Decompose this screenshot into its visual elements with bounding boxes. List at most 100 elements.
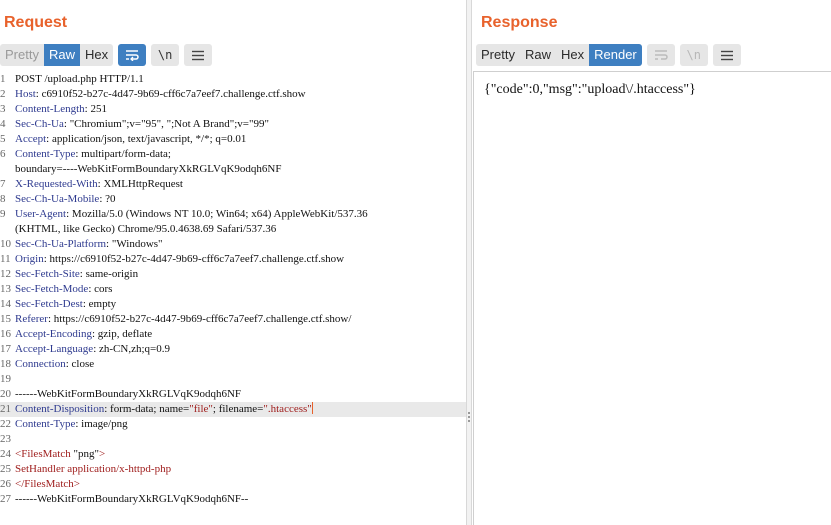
hamburger-menu-icon: [192, 50, 205, 60]
tab-hex[interactable]: Hex: [80, 44, 113, 66]
header-value: same-origin: [85, 268, 139, 280]
code-text: Connection: close: [15, 357, 94, 372]
request-editor[interactable]: 1 POST /upload.php HTTP/1.1 2 Host: c6910f5…: [0, 72, 466, 525]
code-line: 26 </FilesMatch>: [0, 477, 466, 492]
tab-hex[interactable]: Hex: [556, 44, 589, 66]
response-title: Response: [481, 14, 558, 31]
header-value: empty: [88, 298, 117, 310]
header-value: zh-CN,zh;q=0.9: [99, 343, 170, 355]
code-line: 6 Content-Type: multipart/form-data;: [0, 147, 466, 162]
code-line: 3 Content-Length: 251: [0, 102, 466, 117]
header-value: cors: [94, 283, 113, 295]
code-line: 2 Host: c6910f52-b27c-4d47-9b69-cff6c7a7e…: [0, 87, 466, 102]
code-line: 24 <FilesMatch "png">: [0, 447, 466, 462]
header-name: Content-Length: [15, 103, 85, 115]
line-number: 15: [0, 313, 11, 325]
tab-pretty[interactable]: Pretty: [476, 44, 520, 66]
line-number: 2: [0, 88, 6, 100]
header-name: Accept: [15, 133, 47, 145]
show-newlines-button[interactable]: \n: [679, 44, 708, 66]
code-line: 4 Sec-Ch-Ua: "Chromium";v="95", ";Not A B…: [0, 117, 466, 132]
line-number: 20: [0, 388, 11, 400]
header-name: Content-Type: [15, 418, 76, 430]
code-text: <FilesMatch "png">: [15, 447, 105, 462]
header-name: Accept-Encoding: [15, 328, 92, 340]
line-number: 1: [0, 73, 6, 85]
header-name: Host: [15, 88, 36, 100]
tab-pretty[interactable]: Pretty: [0, 44, 44, 66]
code-text: Accept-Encoding: gzip, deflate: [15, 327, 152, 342]
line-number: 13: [0, 283, 11, 295]
line-number: 5: [0, 133, 6, 145]
header-value: multipart/form-data;: [81, 148, 171, 160]
code-line: 16 Accept-Encoding: gzip, deflate: [0, 327, 466, 342]
line-number: 14: [0, 298, 11, 310]
code-line: 19: [0, 372, 466, 387]
tab-raw[interactable]: Raw: [43, 44, 80, 66]
code-line: 5 Accept: application/json, text/javascri…: [0, 132, 466, 147]
line-number: 24: [0, 448, 11, 460]
response-menu-button[interactable]: [712, 44, 741, 66]
code-text: Content-Length: 251: [15, 102, 107, 117]
wrap-lines-icon: [126, 50, 139, 61]
body-text-part: </FilesMatch>: [15, 478, 80, 490]
line-number: 12: [0, 268, 11, 280]
response-toolbar: Pretty Raw Hex Render \n: [476, 44, 741, 66]
code-line: 14 Sec-Fetch-Dest: empty: [0, 297, 466, 312]
code-text: Accept: application/json, text/javascrip…: [15, 132, 246, 147]
code-text: (KHTML, like Gecko) Chrome/95.0.4638.69 …: [15, 222, 276, 237]
code-line: (KHTML, like Gecko) Chrome/95.0.4638.69 …: [0, 222, 466, 237]
response-pane: Response Pretty Raw Hex Render \n {"code…: [472, 0, 831, 525]
wrap-lines-button[interactable]: [646, 44, 675, 66]
code-text: X-Requested-With: XMLHttpRequest: [15, 177, 183, 192]
line-number: 18: [0, 358, 11, 370]
code-line: 15 Referer: https://c6910f52-b27c-4d47-9b…: [0, 312, 466, 327]
code-text: Content-Type: multipart/form-data;: [15, 147, 171, 162]
code-line: 7 X-Requested-With: XMLHttpRequest: [0, 177, 466, 192]
line-number: 7: [0, 178, 6, 190]
header-name: Sec-Fetch-Site: [15, 268, 80, 280]
code-line: 10 Sec-Ch-Ua-Platform: "Windows": [0, 237, 466, 252]
code-text: ------WebKitFormBoundaryXkRGLVqK9odqh6NF: [15, 387, 241, 402]
line-number: 6: [0, 148, 6, 160]
header-value: ?0: [105, 193, 116, 205]
code-text: POST /upload.php HTTP/1.1: [15, 72, 144, 87]
tab-raw[interactable]: Raw: [520, 44, 556, 66]
tab-render[interactable]: Render: [589, 44, 642, 66]
line-number: 25: [0, 463, 11, 475]
code-text: ------WebKitFormBoundaryXkRGLVqK9odqh6NF…: [15, 492, 248, 507]
hamburger-menu-icon: [720, 50, 733, 60]
header-value: image/png: [81, 418, 128, 430]
code-text: Content-Disposition: form-data; name="fi…: [15, 402, 313, 417]
code-line: 23: [0, 432, 466, 447]
code-line: 1 POST /upload.php HTTP/1.1: [0, 72, 466, 87]
code-line: 22 Content-Type: image/png: [0, 417, 466, 432]
request-menu-button[interactable]: [184, 44, 213, 66]
header-value: c6910f52-b27c-4d47-9b69-cff6c7a7eef7.cha…: [41, 88, 306, 100]
line-number: 11: [0, 253, 11, 265]
header-value: "Chromium";v="95", ";Not A Brand";v="99": [69, 118, 269, 130]
code-text: Sec-Fetch-Site: same-origin: [15, 267, 138, 282]
response-view-tabs: Pretty Raw Hex Render: [476, 44, 642, 66]
header-name: Referer: [15, 313, 48, 325]
wrap-lines-button[interactable]: [118, 44, 147, 66]
header-name: Sec-Ch-Ua-Platform: [15, 238, 107, 250]
code-line: 25 SetHandler application/x-httpd-php: [0, 462, 466, 477]
code-line: 11 Origin: https://c6910f52-b27c-4d47-9b6…: [0, 252, 466, 267]
code-line: 20 ------WebKitFormBoundaryXkRGLVqK9odqh6…: [0, 387, 466, 402]
line-number: 3: [0, 103, 6, 115]
line-number: 17: [0, 343, 11, 355]
header-value-part: ; filename=: [212, 403, 264, 415]
line-text: ------WebKitFormBoundaryXkRGLVqK9odqh6NF: [15, 388, 242, 400]
header-value-part: form-data; name=: [110, 403, 190, 415]
header-value: "Windows": [111, 238, 163, 250]
header-value: gzip, deflate: [97, 328, 153, 340]
request-toolbar: Pretty Raw Hex \n: [0, 44, 213, 66]
line-number: 22: [0, 418, 11, 430]
header-value: https://c6910f52-b27c-4d47-9b69-cff6c7a7…: [49, 253, 345, 265]
show-newlines-button[interactable]: \n: [151, 44, 180, 66]
line-text: POST /upload.php HTTP/1.1: [15, 73, 144, 85]
request-view-tabs: Pretty Raw Hex: [0, 44, 114, 66]
header-name: Origin: [15, 253, 44, 265]
code-text: Sec-Fetch-Dest: empty: [15, 297, 116, 312]
